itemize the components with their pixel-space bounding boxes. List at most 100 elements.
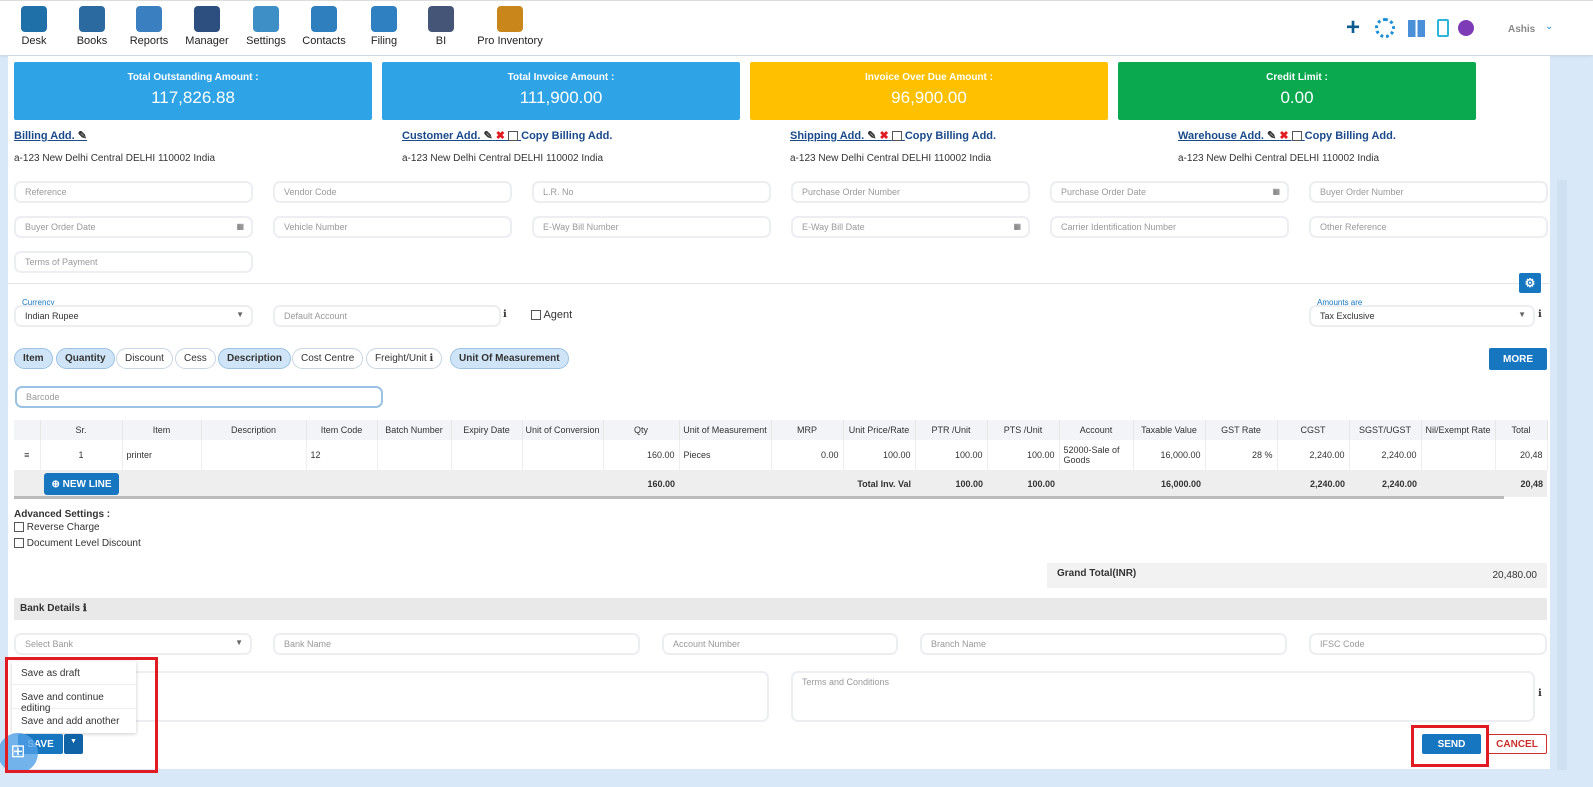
field-placeholder: E-Way Bill Number	[543, 222, 619, 232]
calendar-icon[interactable]: ▦	[236, 222, 244, 231]
e-way-bill-date-input[interactable]: E-Way Bill Date ▦	[791, 216, 1030, 238]
column-header: Unit Price/Rate	[843, 420, 916, 440]
default-account-input[interactable]: Default Account	[273, 305, 501, 327]
field-placeholder: Buyer Order Date	[25, 222, 96, 232]
calendar-icon[interactable]: ▦	[1013, 222, 1021, 231]
address-label-link[interactable]: Customer Add. ✎ ✖ Copy Billing Add.	[402, 129, 612, 142]
column-header: Sr.	[40, 420, 123, 440]
delete-icon[interactable]: ✖	[1279, 130, 1288, 142]
chevron-down-icon[interactable]: ⌄	[1545, 21, 1553, 32]
books-icon	[79, 6, 105, 32]
edit-icon[interactable]: ✎	[1267, 130, 1276, 142]
copy-billing-checkbox[interactable]	[891, 131, 902, 142]
nav-bi[interactable]: BI	[401, 6, 481, 47]
column-toggle-unit-of-measurement[interactable]: Unit Of Measurement	[450, 348, 569, 369]
column-toggle-cess[interactable]: Cess	[175, 348, 216, 369]
edit-icon[interactable]: ✎	[867, 130, 876, 142]
e-way-bill-number-input[interactable]: E-Way Bill Number	[532, 216, 771, 238]
table-cell: 100.00	[987, 440, 1060, 470]
new-badge-icon[interactable]	[1458, 20, 1474, 36]
column-header: CGST	[1277, 420, 1350, 440]
pill-label: Cost Centre	[301, 353, 355, 364]
column-toggle-freight-unit[interactable]: Freight/Unit ℹ	[366, 348, 443, 369]
nav-label: Pro Inventory	[477, 35, 543, 47]
branch-name-input[interactable]: Branch Name	[920, 633, 1287, 655]
reverse-charge-checkbox[interactable]: Reverse Charge	[14, 522, 100, 533]
purchase-order-number-input[interactable]: Purchase Order Number	[791, 181, 1030, 203]
total-qty: 160.00	[603, 470, 679, 497]
address-label-link[interactable]: Shipping Add. ✎ ✖ Copy Billing Add.	[790, 129, 996, 142]
more-button[interactable]: MORE	[1489, 348, 1547, 370]
nav-pro-inventory[interactable]: Pro Inventory	[470, 6, 550, 47]
terms-of-payment-input[interactable]: Terms of Payment	[14, 251, 253, 273]
cancel-button[interactable]: CANCEL	[1487, 734, 1547, 754]
table-cell: 28 %	[1205, 440, 1278, 470]
delete-icon[interactable]: ✖	[879, 130, 888, 142]
user-name[interactable]: Ashis	[1508, 24, 1535, 35]
table-cell: 52000-Sale of Goods	[1059, 440, 1134, 470]
table-scrollbar[interactable]	[14, 496, 1504, 499]
ifsc-code-input[interactable]: IFSC Code	[1309, 633, 1547, 655]
select-bank-dropdown[interactable]: Select Bank ▼	[14, 633, 252, 655]
other-reference-input[interactable]: Other Reference	[1309, 216, 1548, 238]
drag-handle-icon[interactable]: ≡	[14, 440, 41, 470]
l-r-no-input[interactable]: L.R. No	[532, 181, 771, 203]
nav-label: Books	[76, 35, 108, 47]
caret-down-icon: ▼	[1518, 310, 1526, 319]
barcode-input[interactable]: Barcode	[15, 386, 383, 408]
pill-label: Quantity	[65, 353, 106, 364]
bank-name-input[interactable]: Bank Name	[273, 633, 640, 655]
purchase-order-date-input[interactable]: Purchase Order Date ▦	[1050, 181, 1289, 203]
nav-label: Settings	[246, 35, 286, 47]
document-discount-checkbox[interactable]: Document Level Discount	[14, 538, 141, 549]
currency-select[interactable]: Indian Rupee ▼	[14, 305, 253, 327]
buyer-order-number-input[interactable]: Buyer Order Number	[1309, 181, 1548, 203]
new-line-label: NEW LINE	[62, 478, 112, 490]
pill-label: Freight/Unit	[375, 353, 427, 364]
column-settings-gear-icon[interactable]: ⚙	[1519, 273, 1541, 293]
nav-label: Contacts	[302, 35, 346, 47]
address-label-link[interactable]: Billing Add. ✎	[14, 129, 87, 142]
column-toggle-discount[interactable]: Discount	[116, 348, 173, 369]
copy-billing-checkbox[interactable]	[1291, 131, 1302, 142]
address-text: a-123 New Delhi Central DELHI 110002 Ind…	[790, 153, 992, 164]
vendor-code-input[interactable]: Vendor Code	[273, 181, 512, 203]
bank-details-title: Bank Details	[20, 603, 81, 614]
grand-total-value: 20,480.00	[1492, 570, 1538, 581]
reference-input[interactable]: Reference	[14, 181, 253, 203]
column-toggle-quantity[interactable]: Quantity	[56, 348, 115, 369]
add-icon[interactable]: +	[1346, 16, 1360, 40]
info-icon: ℹ	[82, 603, 87, 614]
filing-icon	[371, 6, 397, 32]
address-label-link[interactable]: Warehouse Add. ✎ ✖ Copy Billing Add.	[1178, 129, 1396, 142]
table-cell: 1	[40, 440, 123, 470]
column-toggle-cost-centre[interactable]: Cost Centre	[292, 348, 364, 369]
account-number-input[interactable]: Account Number	[662, 633, 898, 655]
clipboard-icon[interactable]	[1437, 19, 1449, 37]
gear-icon[interactable]	[1375, 18, 1395, 38]
table-row[interactable]: ≡ 1 printer 12 160.00 Pieces 0.00 100.00 100.00 1…	[14, 440, 1548, 470]
column-header: Item	[122, 420, 202, 440]
agent-checkbox[interactable]: Agent	[531, 309, 572, 321]
new-line-button[interactable]: ⊕ NEW LINE	[44, 472, 119, 495]
amounts-are-select[interactable]: Tax Exclusive ▼	[1309, 305, 1535, 327]
delete-icon[interactable]: ✖	[496, 130, 505, 142]
scrollbar[interactable]	[1557, 180, 1567, 770]
calendar-icon[interactable]: ▦	[1272, 187, 1280, 196]
calculator-icon[interactable]	[1408, 20, 1425, 37]
column-toggle-description[interactable]: Description	[218, 348, 292, 369]
card-value: 117,826.88	[151, 88, 235, 107]
edit-icon[interactable]: ✎	[78, 130, 87, 142]
address-text: a-123 New Delhi Central DELHI 110002 Ind…	[14, 153, 216, 164]
pill-label: Discount	[125, 353, 164, 364]
column-toggle-item[interactable]: Item	[14, 348, 53, 369]
table-cell: 100.00	[915, 440, 988, 470]
edit-icon[interactable]: ✎	[484, 130, 493, 142]
terms-conditions-textarea[interactable]: Terms and Conditions	[791, 671, 1535, 722]
carrier-identification-number-input[interactable]: Carrier Identification Number	[1050, 216, 1289, 238]
table-cell: 2,240.00	[1349, 440, 1422, 470]
copy-billing-checkbox[interactable]	[508, 131, 519, 142]
buyer-order-date-input[interactable]: Buyer Order Date ▦	[14, 216, 253, 238]
settings-icon	[253, 6, 279, 32]
vehicle-number-input[interactable]: Vehicle Number	[273, 216, 512, 238]
